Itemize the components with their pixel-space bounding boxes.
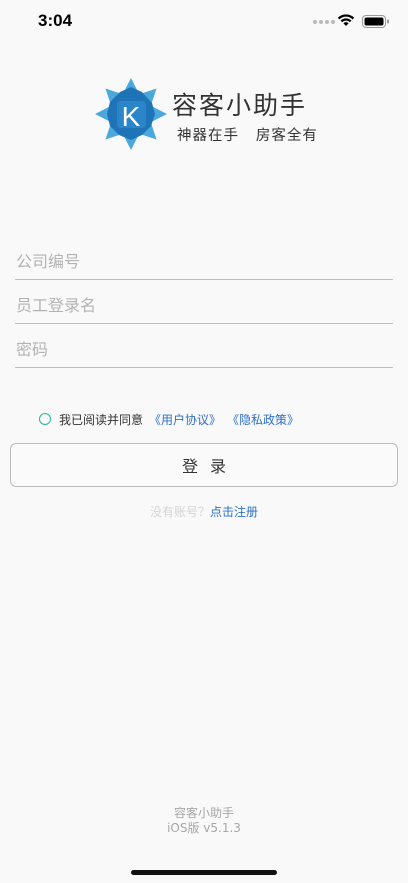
company-id-input[interactable] [15,244,393,279]
agreement-row: 我已阅读并同意 《用户协议》 《隐私政策》 [39,410,299,428]
user-agreement-link[interactable]: 《用户协议》 [149,411,221,428]
company-id-field [15,244,393,280]
agreement-text: 我已阅读并同意 [59,412,144,427]
password-input[interactable] [15,332,393,367]
password-field [15,332,393,368]
register-link[interactable]: 点击注册 [210,505,258,519]
status-bar: 3:04 [0,0,408,44]
app-slogan: 神器在手 房客全有 [177,128,318,144]
login-button[interactable]: 登录 [10,443,398,487]
status-time: 3:04 [38,11,73,30]
wifi-icon [337,14,355,26]
username-field [15,288,393,324]
footer: 容客小助手 iOS版 v5.1.3 [0,806,408,836]
cellular-signal-icon [313,20,335,24]
app-logo-icon: K [95,78,167,150]
app-title: 容客小助手 [172,91,308,120]
register-row: 没有账号？点击注册 [0,503,408,520]
agreement-checkbox[interactable] [39,413,51,425]
footer-app-name: 容客小助手 [173,806,234,820]
username-input[interactable] [15,288,393,323]
battery-icon [362,15,389,28]
home-indicator [131,870,277,875]
register-hint: 没有账号？ [149,505,210,519]
footer-version: iOS版 v5.1.3 [167,821,241,835]
privacy-policy-link[interactable]: 《隐私政策》 [227,411,299,428]
logo-letter: K [122,101,141,132]
